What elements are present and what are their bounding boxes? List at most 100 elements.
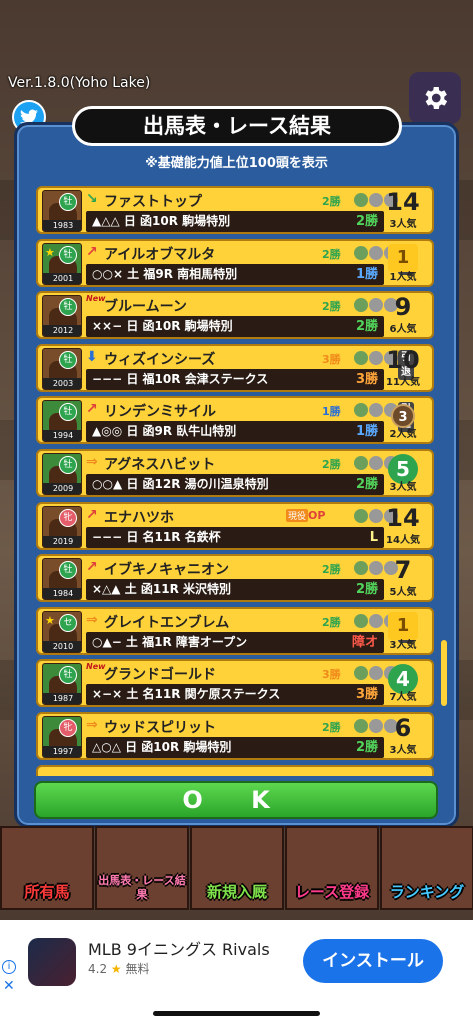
version-label: Ver.1.8.0(Yoho Lake) [8,75,151,91]
race-info: −−− 日 福10R 会津ステークス [92,371,269,386]
menu-item-label: 出馬表・レース結果 [98,874,186,901]
popularity: 6人気 [389,324,417,336]
race-info: ×−× 土 名11R 関ケ原ステークス [92,687,281,702]
trend-arrow-icon: ⇒ [86,611,98,628]
race-info: △○△ 日 函10R 駒場特別 [92,739,232,754]
horse-name-line: ↗ エナハツホ 現役 OP [86,507,398,526]
popularity: 5人気 [389,587,417,599]
horse-list[interactable]: 牡 1983 ↘ ファストトップ 2勝 ▲△△ 日 函10R 駒場特別 2勝 1… [36,186,436,776]
horse-portrait: ★ セ 2010 [42,610,82,653]
sex-badge: 牡 [59,350,77,369]
trait-icon [369,245,383,260]
trait-icon [369,613,383,628]
menu-item[interactable]: レース登録 [285,826,379,910]
horse-portrait: 牡 1987 [42,663,82,706]
status-tag: 現役 [286,508,309,522]
ad-close-icon[interactable]: ✕ [3,978,15,994]
horse-row[interactable]: ★ セ 2010 ⇒ グレイトエンブレム 2勝 引退 ○▲− 土 福1R 障害オ… [36,606,434,655]
horse-row[interactable]: 牡 2009 ⇒ アグネスハビット 2勝 ○○▲ 日 函12R 湯の川温泉特別 … [36,448,434,497]
popularity: 3人気 [389,481,417,493]
birth-year: 2012 [43,325,81,337]
win-class: 2勝 [322,457,341,471]
horse-name-line: ↘ ファストトップ 2勝 [86,191,398,210]
settings-button[interactable] [409,72,461,124]
race-detail: ×△▲ 土 函11R 米沢特別 2勝 [86,579,384,601]
menu-item-label: 所有馬 [24,883,70,901]
sex-badge: セ [59,613,77,632]
race-detail: ▲◎◎ 日 函9R 臥牛山特別 1勝 [86,421,384,443]
win-class: OP [308,508,326,522]
birth-year: 2010 [43,640,81,652]
horse-row[interactable]: 牝 2019 ↗ エナハツホ 現役 OP −−− 日 名11R 名鉄杯 L 14… [36,501,434,550]
race-detail: ××− 日 函10R 駒場特別 2勝 [86,316,384,338]
race-info: ○○× 土 福9R 南相馬特別 [92,266,238,281]
ad-app-icon[interactable] [28,938,76,986]
trait-icon [354,193,368,207]
gear-icon [425,87,448,109]
horse-row[interactable]: 牡 2012 New ブルームーン 2勝 ××− 日 函10R 駒場特別 2勝 … [36,291,434,340]
ad-rating-value: 4.2 [88,962,108,976]
horse-portrait: 牝 1997 [42,715,82,758]
sex-badge: 牡 [59,193,77,211]
horse-portrait: 牡 2003 [42,347,82,390]
win-class: 2勝 [322,615,341,629]
horse-name-line: ⇒ グレイトエンブレム 2勝 引退 [86,611,414,643]
menu-item[interactable]: 所有馬 [0,826,94,910]
horse-portrait: 牡 1983 [42,190,82,232]
trait-icon [354,350,368,365]
race-detail: △○△ 日 函10R 駒場特別 2勝 [86,736,384,758]
win-class: 3勝 [322,668,341,682]
horse-name-line: ↗ イブキノキャニオン 2勝 [86,559,398,578]
trait-icon [354,245,368,260]
win-class: 2勝 [322,563,341,577]
horse-name: ブルームーン [104,299,187,316]
ad-banner[interactable]: i ✕ MLB 9イニングス Rivals 4.2 ★ 無料 インストール [0,920,473,1024]
horse-name: グランドゴールド [104,667,216,684]
birth-year: 1987 [43,693,81,705]
race-info: ××− 日 函10R 駒場特別 [92,319,233,334]
trait-icon [354,298,368,313]
horse-row[interactable] [36,764,434,776]
race-info: ▲△△ 日 函10R 駒場特別 [92,214,231,228]
scrollbar[interactable] [441,640,447,706]
popularity: 2人気 [389,429,417,441]
ad-app-name[interactable]: MLB 9イニングス Rivals [88,936,270,960]
horse-row[interactable]: 牡 1984 ↗ イブキノキャニオン 2勝 ×△▲ 土 函11R 米沢特別 2勝… [36,554,434,603]
ok-button[interactable]: O K [34,781,438,819]
horse-row[interactable]: 牡 1983 ↘ ファストトップ 2勝 ▲△△ 日 函10R 駒場特別 2勝 1… [36,186,434,234]
sex-badge: 牝 [59,508,77,527]
sex-badge: 牝 [59,718,77,737]
birth-year: 2019 [43,535,81,547]
race-class: 2勝 [355,214,378,229]
menu-item[interactable]: ランキング [380,826,473,910]
install-button[interactable]: インストール [303,939,443,983]
sex-badge: 牡 [59,455,77,474]
horse-row[interactable]: ★ 牡 2001 ↗ アイルオブマルタ 2勝 引退 ○○× 土 福9R 南相馬特… [36,238,434,287]
horse-row[interactable]: 牡 2003 ⬇ ウィズインシーズ 3勝 引退 −−− 日 福10R 会津ステー… [36,343,434,392]
horse-name: ウッドスピリット [104,719,216,736]
ad-info-icon[interactable]: i [2,960,16,974]
menu-item[interactable]: 新規入厩 [190,826,284,910]
race-class: 3勝 [355,371,378,387]
horse-portrait: ★ 牡 2001 [42,242,82,285]
horse-row[interactable]: 牡 1987 New グランドゴールド 3勝 ×−× 土 名11R 関ケ原ステー… [36,659,434,708]
trend-arrow-icon: ↗ [86,243,98,260]
horse-row[interactable]: 牡 1994 ↗ リンデンミサイル 1勝 引退 ▲◎◎ 日 函9R 臥牛山特別 … [36,396,434,445]
race-detail: ○○× 土 福9R 南相馬特別 1勝 [86,263,384,285]
horse-name-line: ↗ リンデンミサイル 1勝 引退 [86,401,414,433]
trait-icon [354,561,368,576]
popularity: 3人気 [389,639,417,651]
trait-icon [354,718,368,733]
horse-name: ウィズインシーズ [104,351,216,368]
horse-portrait: 牡 1994 [42,400,82,443]
home-indicator[interactable] [153,1011,320,1016]
horse-name-line: ⬇ ウィズインシーズ 3勝 引退 [86,349,414,380]
horse-name-line: ⇒ ウッドスピリット 2勝 [86,717,398,736]
trend-arrow-icon: ↗ [86,401,98,418]
menu-item[interactable]: 出馬表・レース結果 [95,826,189,910]
win-class: 2勝 [322,300,341,314]
win-class: 3勝 [322,352,341,366]
horse-row[interactable]: 牝 1997 ⇒ ウッドスピリット 2勝 △○△ 日 函10R 駒場特別 2勝 … [36,711,434,760]
trait-icon [354,403,368,418]
horse-name: グレイトエンブレム [104,614,230,631]
